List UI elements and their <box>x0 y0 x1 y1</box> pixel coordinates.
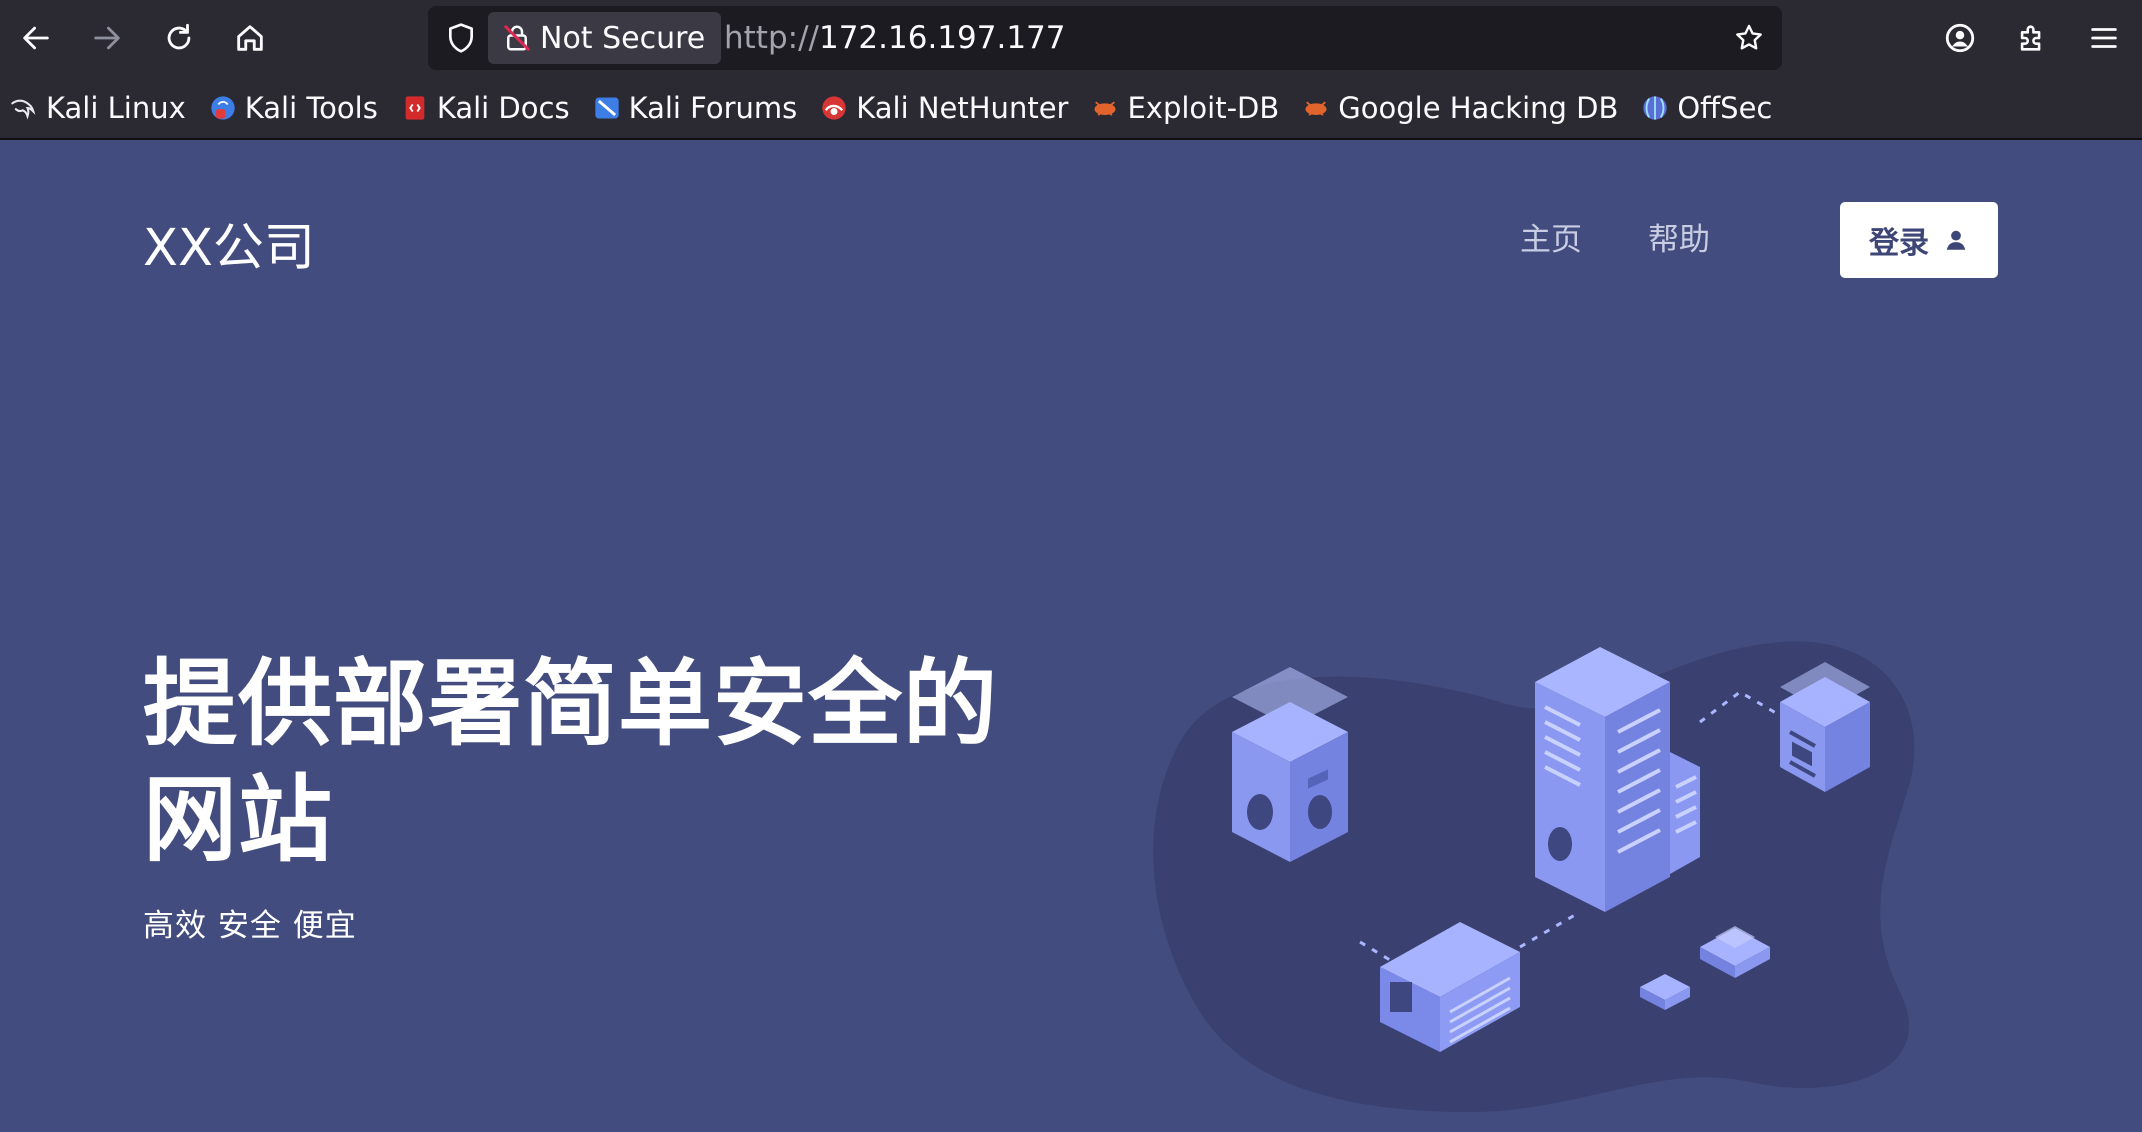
exploit-db-icon <box>1091 94 1119 122</box>
login-button[interactable]: 登录 <box>1840 202 1998 278</box>
user-icon <box>1946 230 1966 250</box>
bookmark-offsec[interactable]: OffSec <box>1641 86 1772 130</box>
star-icon <box>1736 24 1762 50</box>
bookmarks-toolbar: Kali Linux Kali Tools Kali Docs Kali For… <box>0 77 2142 140</box>
hero-illustration <box>1153 641 1915 1112</box>
bookmark-label: Exploit-DB <box>1127 90 1280 125</box>
kali-forums-icon <box>593 94 621 122</box>
bookmark-label: Kali Linux <box>46 90 186 125</box>
hero-title-line-2: 网站 <box>143 766 334 875</box>
insecure-lock-icon <box>504 25 530 51</box>
site-brand-logo[interactable]: XX公司 <box>143 206 315 280</box>
bookmark-label: Google Hacking DB <box>1338 90 1619 125</box>
account-button[interactable] <box>1936 14 1984 62</box>
bookmark-google-hacking-db[interactable]: Google Hacking DB <box>1302 86 1618 130</box>
reload-icon <box>167 23 191 50</box>
url-host: 172.16.197.177 <box>818 20 1066 56</box>
bookmark-star-button[interactable] <box>1730 19 1768 57</box>
hero-subtitle: 高效 安全 便宜 <box>143 908 357 944</box>
back-arrow-icon <box>23 26 49 50</box>
kali-tools-icon <box>209 94 237 122</box>
account-icon <box>1945 23 1975 53</box>
site-security-indicator[interactable]: Not Secure <box>488 12 722 64</box>
app-menu-button[interactable] <box>2080 14 2128 62</box>
bookmark-kali-linux[interactable]: Kali Linux <box>10 86 186 130</box>
speaker-server-icon <box>1232 667 1348 862</box>
bookmark-label: Kali Tools <box>244 90 378 125</box>
nav-link-home[interactable]: 主页 <box>1520 214 1582 259</box>
forward-arrow-icon <box>94 26 120 50</box>
puzzle-piece-icon <box>2020 25 2041 51</box>
login-button-label: 登录 <box>1869 226 1929 261</box>
bookmark-kali-tools[interactable]: Kali Tools <box>209 86 378 130</box>
bookmark-kali-forums[interactable]: Kali Forums <box>593 86 798 130</box>
bookmark-exploit-db[interactable]: Exploit-DB <box>1091 86 1279 130</box>
bookmark-kali-docs[interactable]: Kali Docs <box>401 86 570 130</box>
back-button[interactable] <box>12 14 60 62</box>
bookmark-label: OffSec <box>1677 90 1773 125</box>
home-icon <box>237 25 263 51</box>
nav-link-help[interactable]: 帮助 <box>1648 214 1710 259</box>
bookmark-label: Kali NetHunter <box>856 90 1069 125</box>
hero-title-line-1: 提供部署简单安全的 <box>143 650 999 759</box>
kali-dragon-icon <box>10 94 38 122</box>
forward-button[interactable] <box>83 14 131 62</box>
address-bar[interactable]: Not Secure http://172.16.197.177 <box>428 6 1782 70</box>
ghdb-icon <box>1302 94 1330 122</box>
bookmark-label: Kali Docs <box>436 90 570 125</box>
hero-title: 提供部署简单安全的 网站 <box>143 647 1043 879</box>
web-page: XX公司 主页 帮助 登录 提供部署简单安全的 网站 高效 安全 便宜 <box>0 142 2142 1112</box>
url-protocol: http:// <box>724 20 819 56</box>
url-text[interactable]: http://172.16.197.177 <box>724 6 1066 70</box>
bookmark-label: Kali Forums <box>628 90 798 125</box>
not-secure-label: Not Secure <box>540 20 706 56</box>
reload-button[interactable] <box>155 14 203 62</box>
kali-docs-icon <box>401 94 429 122</box>
hamburger-menu-icon <box>2091 28 2117 48</box>
cube-server-icon <box>1780 662 1870 792</box>
kali-nethunter-icon <box>820 94 848 122</box>
tracking-protection-shield-icon[interactable] <box>442 19 480 57</box>
offsec-icon <box>1641 94 1669 122</box>
bookmark-kali-nethunter[interactable]: Kali NetHunter <box>820 86 1068 130</box>
extensions-button[interactable] <box>2008 14 2056 62</box>
browser-toolbar: Not Secure http://172.16.197.177 <box>0 0 2142 77</box>
home-button[interactable] <box>226 14 274 62</box>
